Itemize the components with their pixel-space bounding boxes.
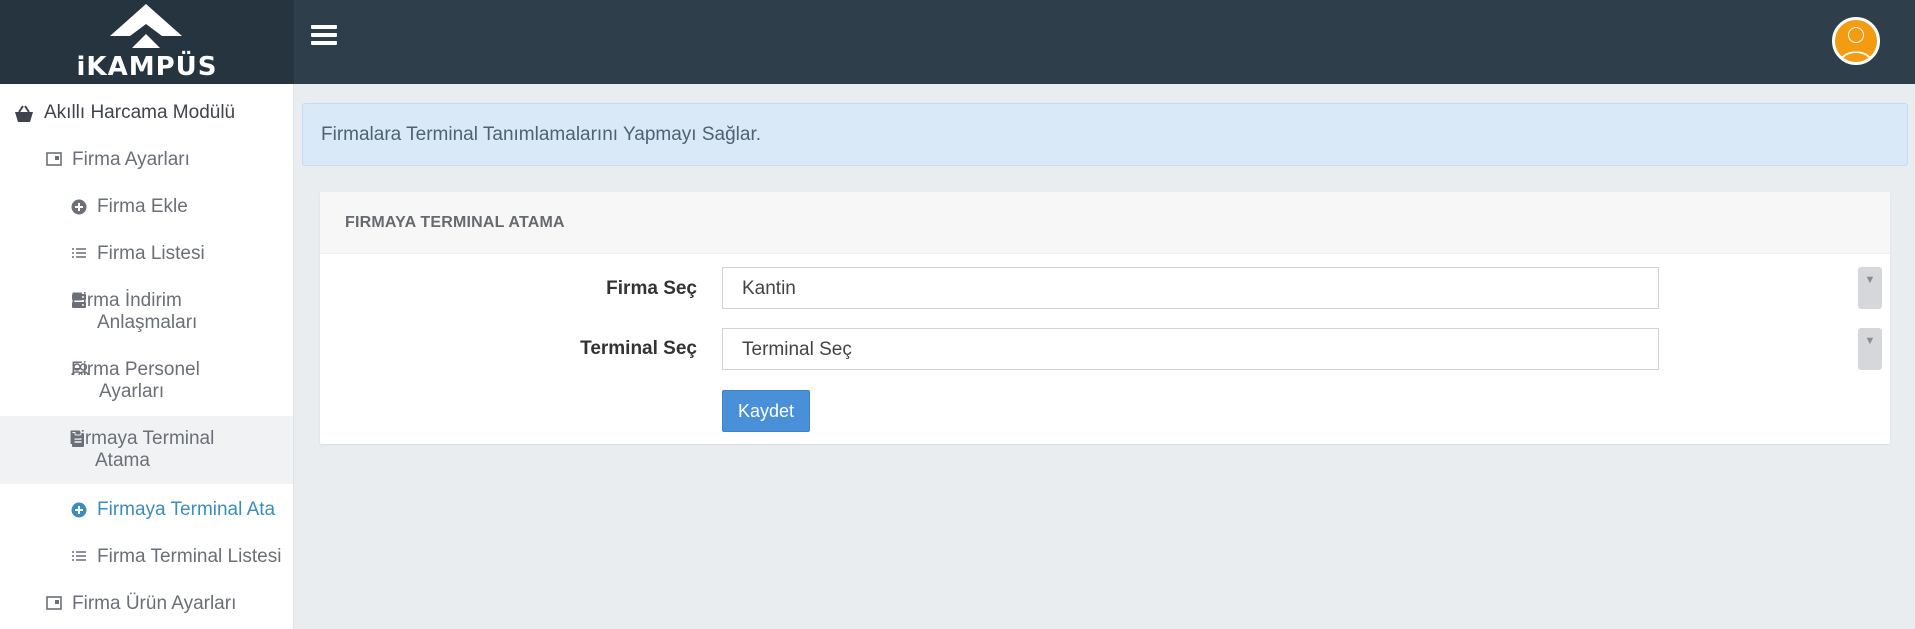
user-avatar-icon[interactable] (1832, 17, 1880, 65)
sidebar-item-firma-terminal-listesi[interactable]: Firma Terminal Listesi (0, 546, 293, 568)
sidebar: Akıllı Harcama Modülü Firma Ayarları Fir… (0, 84, 294, 629)
panel-title: FIRMAYA TERMINAL ATAMA (320, 192, 1890, 254)
plus-circle-icon (71, 199, 87, 215)
plus-circle-icon (71, 502, 87, 518)
sidebar-item-akilli-harcama[interactable]: Akıllı Harcama Modülü (0, 102, 293, 124)
sidebar-item-firma-urun-ayarlari[interactable]: Firma Ürün Ayarları (0, 593, 293, 615)
basket-icon (15, 105, 33, 122)
sidebar-item-firma-indirim[interactable]: Firma İndirim Anlaşmaları (0, 290, 293, 334)
sidebar-item-firmaya-terminal-ata[interactable]: Firmaya Terminal Ata (0, 499, 293, 521)
hamburger-icon[interactable] (311, 25, 337, 51)
list-icon (72, 248, 86, 258)
chevron-down-icon[interactable]: ▼ (1858, 328, 1882, 370)
sidebar-item-firma-personel[interactable]: Firma Personel Ayarları (0, 359, 293, 403)
sidebar-item-firma-ayarlari[interactable]: Firma Ayarları (0, 149, 293, 171)
window-icon (46, 596, 62, 610)
firma-label: Firma Seç (606, 278, 697, 299)
terminal-assign-panel: FIRMAYA TERMINAL ATAMA Firma Seç Kantin … (320, 192, 1890, 444)
firma-select[interactable]: Kantin (722, 267, 1659, 309)
sidebar-item-firma-listesi[interactable]: Firma Listesi (0, 243, 293, 265)
top-navbar: iKAMPÜS (0, 0, 1915, 84)
sidebar-item-label: Akıllı Harcama Modülü (44, 102, 236, 123)
chevron-down-icon[interactable]: ▼ (1858, 267, 1882, 309)
logo-text: iKAMPÜS (76, 52, 218, 82)
sidebar-item-firmaya-terminal-atama[interactable]: Firmaya Terminal Atama (0, 416, 293, 484)
sidebar-item-firma-ekle[interactable]: Firma Ekle (0, 196, 293, 218)
terminal-select[interactable]: Terminal Seç (722, 328, 1659, 370)
info-alert: Firmalara Terminal Tanımlamalarını Yapma… (302, 103, 1908, 166)
save-button[interactable]: Kaydet (722, 390, 810, 432)
logo[interactable]: iKAMPÜS (0, 0, 294, 84)
logo-icon (110, 4, 182, 48)
terminal-label: Terminal Seç (580, 338, 697, 359)
list-icon (72, 551, 86, 561)
window-icon (46, 152, 62, 166)
